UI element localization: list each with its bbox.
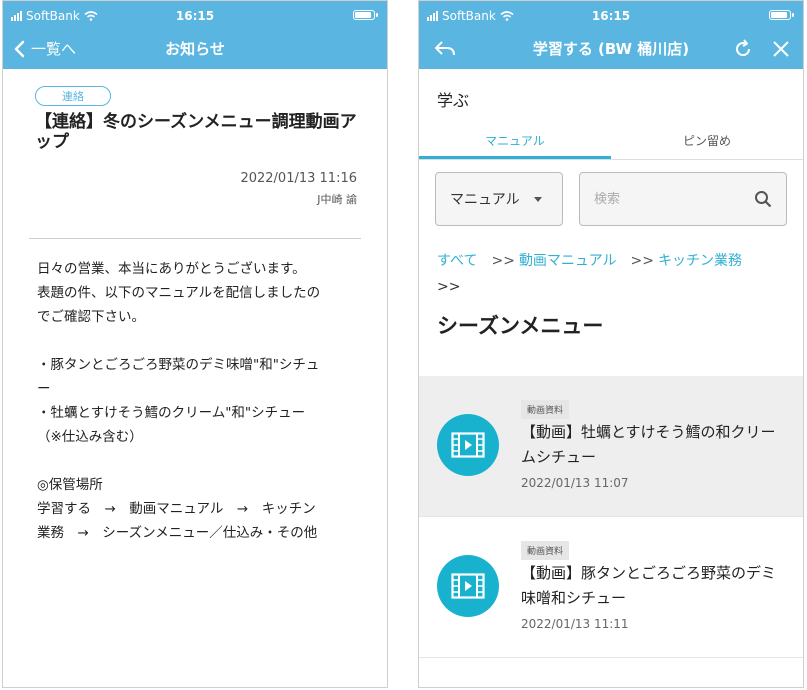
nav-title: お知らせ bbox=[165, 40, 225, 58]
list-item[interactable]: 動画資料 【動画】豚タンとごろごろ野菜のデミ味噌和シチュー 2022/01/13… bbox=[419, 517, 803, 658]
item-tag: 動画資料 bbox=[521, 400, 570, 419]
breadcrumb-video-manual[interactable]: 動画マニュアル bbox=[519, 253, 617, 269]
notice-meta: 2022/01/13 11:16 J中崎 諭 bbox=[35, 168, 357, 210]
status-time: 16:15 bbox=[175, 9, 215, 23]
breadcrumb-separator: >> bbox=[491, 253, 515, 269]
battery-icon bbox=[353, 10, 378, 20]
notice-detail: 連絡 【連絡】冬のシーズンメニュー調理動画アップ 2022/01/13 11:1… bbox=[3, 69, 387, 210]
tab-manual[interactable]: マニュアル bbox=[419, 123, 611, 159]
video-icon-badge bbox=[437, 414, 499, 476]
learning-screen: SoftBank 16:15 学習する (BW 桶川店) 学ぶ マニュアル ピン… bbox=[418, 0, 804, 688]
video-icon-badge bbox=[437, 555, 499, 617]
category-badge: 連絡 bbox=[35, 86, 111, 106]
battery-icon bbox=[769, 10, 794, 20]
close-button[interactable] bbox=[769, 37, 793, 61]
announcement-screen: SoftBank 16:15 一覧へ お知らせ 連絡 【連絡】冬のシーズンメニュ… bbox=[2, 0, 388, 688]
refresh-button[interactable] bbox=[731, 37, 755, 61]
notice-body: 日々の営業、本当にありがとうございます。 表題の件、以下のマニュアルを配信しまし… bbox=[37, 261, 321, 541]
video-list: 動画資料 【動画】牡蠣とすけそう鱈の和クリームシチュー 2022/01/13 1… bbox=[419, 376, 803, 658]
status-time: 16:15 bbox=[591, 9, 631, 23]
search-input[interactable] bbox=[592, 190, 736, 208]
item-tag: 動画資料 bbox=[521, 541, 570, 560]
breadcrumb-separator: >> bbox=[437, 279, 461, 295]
caret-down-icon bbox=[533, 196, 542, 202]
filter-row: マニュアル bbox=[419, 160, 803, 226]
search-box bbox=[579, 172, 787, 226]
page-heading: 学ぶ bbox=[437, 91, 470, 110]
notice-datetime: 2022/01/13 11:16 bbox=[240, 171, 357, 186]
category-select[interactable]: マニュアル bbox=[435, 172, 563, 226]
breadcrumb: すべて >> 動画マニュアル >> キッチン業務 >> bbox=[419, 226, 803, 300]
nav-bar: 学習する (BW 桶川店) bbox=[419, 31, 803, 69]
item-date: 2022/01/13 11:11 bbox=[521, 617, 629, 631]
nav-bar: 一覧へ お知らせ bbox=[3, 31, 387, 69]
notice-title: 【連絡】冬のシーズンメニュー調理動画アップ bbox=[35, 112, 357, 152]
breadcrumb-separator: >> bbox=[630, 253, 654, 269]
list-item[interactable]: 動画資料 【動画】牡蠣とすけそう鱈の和クリームシチュー 2022/01/13 1… bbox=[419, 376, 803, 517]
breadcrumb-kitchen[interactable]: キッチン業務 bbox=[658, 253, 742, 269]
tab-pinned[interactable]: ピン留め bbox=[611, 123, 803, 159]
item-title: 【動画】牡蠣とすけそう鱈の和クリームシチュー bbox=[521, 423, 776, 466]
section-title: シーズンメニュー bbox=[437, 314, 604, 338]
refresh-icon bbox=[736, 39, 751, 57]
breadcrumb-all[interactable]: すべて bbox=[437, 253, 477, 269]
notice-author: J中崎 諭 bbox=[317, 193, 357, 206]
tab-bar: マニュアル ピン留め bbox=[419, 123, 803, 160]
status-bar: SoftBank 16:15 bbox=[419, 1, 803, 31]
item-title: 【動画】豚タンとごろごろ野菜のデミ味噌和シチュー bbox=[521, 564, 777, 607]
divider bbox=[29, 238, 361, 239]
status-bar: SoftBank 16:15 bbox=[3, 1, 387, 31]
search-icon[interactable] bbox=[754, 190, 772, 208]
close-icon bbox=[773, 41, 789, 57]
video-icon bbox=[451, 573, 485, 599]
video-icon bbox=[451, 432, 485, 458]
item-date: 2022/01/13 11:07 bbox=[521, 476, 629, 490]
category-select-value: マニュアル bbox=[450, 192, 520, 208]
